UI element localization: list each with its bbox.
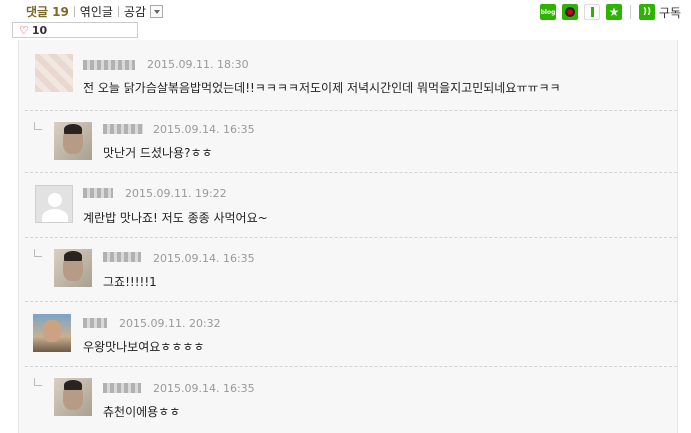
avatar[interactable] <box>54 249 92 287</box>
comment-text: 그죠!!!!!1 <box>103 275 157 289</box>
divider <box>25 110 677 111</box>
subscribe-link[interactable]: 구독 <box>659 4 681 21</box>
comment-text: 우왕맛나보여요ㅎㅎㅎㅎ <box>83 340 205 354</box>
comment-date: 2015.09.11. 19:22 <box>125 187 227 200</box>
heart-icon: ♡ <box>19 23 29 37</box>
like-button[interactable]: ♡ 10 <box>12 22 138 38</box>
divider <box>25 172 677 173</box>
avatar[interactable] <box>35 54 73 92</box>
comment-date: 2015.09.14. 16:35 <box>153 123 255 136</box>
tab-trackback[interactable]: 엮인글 <box>80 3 113 20</box>
comment-text: 맛난거 드셨나용?ㅎㅎ <box>103 146 213 160</box>
comment-text: 전 오늘 닭가슴살볶음밥먹었는데!!ㅋㅋㅋㅋ저도이제 저녁시간인데 뭐먹을지고민… <box>83 81 561 95</box>
divider <box>25 237 677 238</box>
chevron-down-icon[interactable] <box>150 5 164 18</box>
comment-toolbar: 댓글 19 엮인글 공감 blog ★ )) 구독 <box>0 0 691 22</box>
tab-empathy[interactable]: 공감 <box>124 3 146 20</box>
comment-text: 계란밥 맛나죠! 저도 종종 사먹어요~ <box>83 211 268 225</box>
avatar[interactable] <box>33 314 71 352</box>
share-bar: blog ★ )) 구독 <box>540 4 681 20</box>
tab-comments[interactable]: 댓글 19 <box>26 3 69 20</box>
share-divider <box>630 5 631 19</box>
author-name[interactable] <box>103 252 141 262</box>
reply-arrow-icon <box>34 378 42 386</box>
author-name[interactable] <box>103 124 143 134</box>
comment-count: 19 <box>52 5 69 19</box>
author-name[interactable] <box>83 318 107 328</box>
reply-arrow-icon <box>34 249 42 257</box>
me2day-icon[interactable] <box>562 4 578 20</box>
comment-date: 2015.09.14. 16:35 <box>153 382 255 395</box>
bookmark-icon[interactable] <box>584 4 600 20</box>
avatar[interactable] <box>35 185 73 223</box>
comment-date: 2015.09.11. 20:32 <box>119 317 221 330</box>
comment-date: 2015.09.14. 16:35 <box>153 252 255 265</box>
divider <box>25 366 677 367</box>
avatar[interactable] <box>54 378 92 416</box>
comment-date: 2015.09.11. 18:30 <box>147 58 249 71</box>
author-name[interactable] <box>83 188 113 198</box>
blog-icon[interactable]: blog <box>540 4 556 20</box>
like-count: 10 <box>31 23 48 37</box>
comment-text: 츄천이에용ㅎㅎ <box>103 405 181 419</box>
comment-list: 2015.09.11. 18:30 전 오늘 닭가슴살볶음밥먹었는데!!ㅋㅋㅋㅋ… <box>18 40 678 433</box>
rss-icon[interactable]: )) <box>639 4 655 20</box>
comment-tabs: 댓글 19 엮인글 공감 <box>26 3 164 20</box>
author-name[interactable] <box>83 60 135 70</box>
divider <box>25 301 677 302</box>
author-name[interactable] <box>103 383 141 393</box>
comment-tab-label: 댓글 <box>26 5 49 19</box>
tab-divider <box>73 6 75 17</box>
favorite-star-icon[interactable]: ★ <box>606 4 622 20</box>
tab-divider <box>117 6 119 17</box>
avatar[interactable] <box>54 122 92 160</box>
reply-arrow-icon <box>34 122 42 130</box>
